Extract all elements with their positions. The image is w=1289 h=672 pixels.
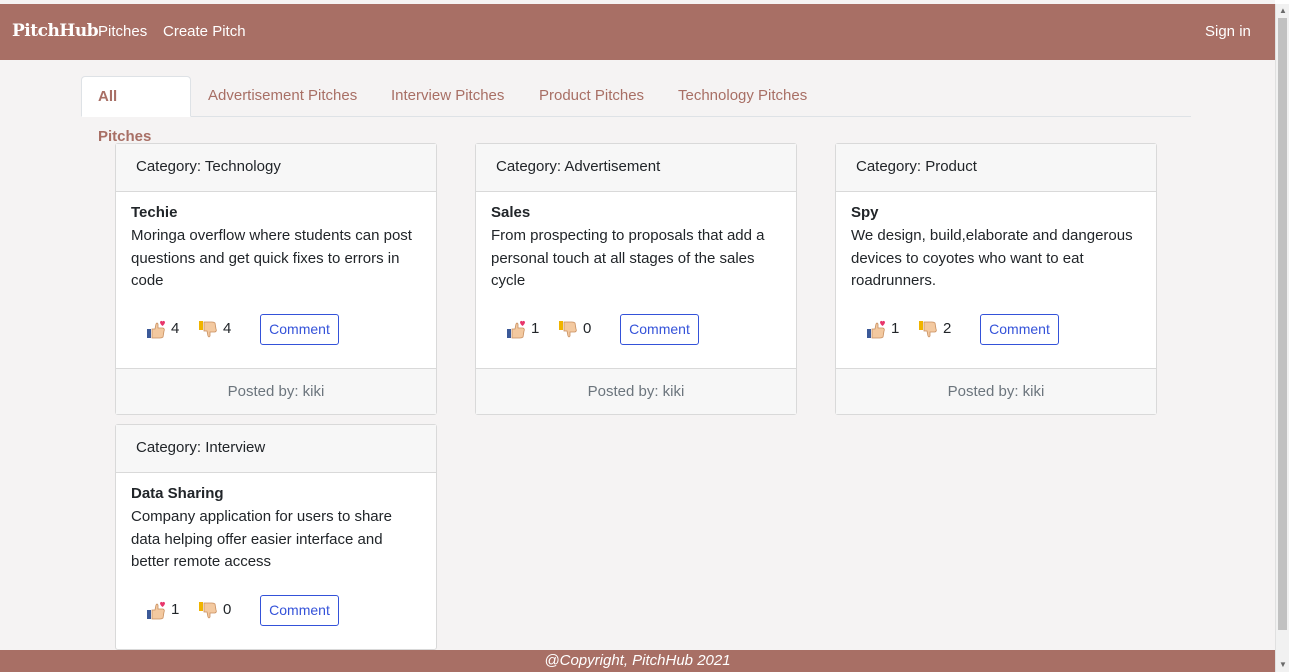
pitch-title: Spy (851, 204, 879, 221)
scrollbar-thumb[interactable] (1278, 18, 1287, 630)
nav-link-pitches[interactable]: Pitches (98, 23, 147, 40)
scroll-up-arrow-icon[interactable]: ▲ (1276, 4, 1289, 18)
category-tabs: All Pitches Advertisement Pitches Interv… (81, 76, 1191, 145)
dislike-count: 0 (583, 320, 592, 337)
pitch-description: Moringa overflow where students can post… (131, 227, 412, 289)
dislike-count: 2 (943, 320, 952, 337)
pitch-card: Category: Product Spy We design, build,e… (835, 143, 1157, 415)
thumbs-up-icon[interactable] (866, 320, 886, 340)
posted-by: Posted by: kiki (476, 368, 796, 414)
pitch-body: Sales From prospecting to proposals that… (476, 192, 796, 368)
comment-button[interactable]: Comment (260, 595, 339, 626)
posted-by: Posted by: kiki (116, 368, 436, 414)
pitch-category: Category: Advertisement (476, 144, 796, 192)
navbar: PitchHub Pitches Create Pitch Sign in (0, 4, 1275, 60)
tab-technology-pitches[interactable]: Technology Pitches (662, 76, 823, 116)
dislike-count: 0 (223, 601, 232, 618)
pitch-title: Techie (131, 204, 178, 221)
pitch-title: Data Sharing (131, 485, 224, 502)
pitch-actions: 1 0 Comment (146, 595, 406, 627)
dislike-count: 4 (223, 320, 232, 337)
like-count: 1 (891, 320, 900, 337)
pitch-body: Data Sharing Company application for use… (116, 473, 436, 649)
nav-link-create-pitch[interactable]: Create Pitch (163, 23, 246, 40)
pitch-description: We design, build,elaborate and dangerous… (851, 227, 1133, 289)
page-footer: @Copyright, PitchHub 2021 (0, 650, 1275, 672)
like-count: 1 (531, 320, 540, 337)
tab-all-pitches[interactable]: All Pitches (81, 76, 191, 145)
scroll-down-arrow-icon[interactable]: ▼ (1276, 658, 1289, 672)
vertical-scrollbar[interactable]: ▲ ▼ (1275, 4, 1289, 672)
pitch-description: From prospecting to proposals that add a… (491, 227, 765, 289)
thumbs-up-icon[interactable] (506, 320, 526, 340)
thumbs-down-icon[interactable] (198, 320, 218, 340)
pitch-title: Sales (491, 204, 531, 221)
tab-interview-pitches[interactable]: Interview Pitches (375, 76, 520, 116)
thumbs-down-icon[interactable] (918, 320, 938, 340)
nav-link-sign-in[interactable]: Sign in (1205, 23, 1251, 40)
page-viewport: PitchHub Pitches Create Pitch Sign in Al… (0, 0, 1275, 672)
like-count: 4 (171, 320, 180, 337)
pitch-actions: 1 2 Comment (866, 314, 1126, 346)
comment-button[interactable]: Comment (980, 314, 1059, 345)
brand-logo[interactable]: PitchHub (12, 21, 99, 41)
comment-button[interactable]: Comment (260, 314, 339, 345)
thumbs-up-icon[interactable] (146, 320, 166, 340)
pitch-body: Spy We design, build,elaborate and dange… (836, 192, 1156, 368)
tab-advertisement-pitches[interactable]: Advertisement Pitches (192, 76, 373, 116)
pitch-actions: 1 0 Comment (506, 314, 766, 346)
pitch-category: Category: Technology (116, 144, 436, 192)
pitch-description: Company application for users to share d… (131, 508, 392, 570)
pitch-actions: 4 4 Comment (146, 314, 406, 346)
tab-product-pitches[interactable]: Product Pitches (523, 76, 660, 116)
pitch-card: Category: Technology Techie Moringa over… (115, 143, 437, 415)
pitch-card: Category: Interview Data Sharing Company… (115, 424, 437, 650)
thumbs-down-icon[interactable] (198, 601, 218, 621)
pitch-category: Category: Interview (116, 425, 436, 473)
posted-by: Posted by: kiki (836, 368, 1156, 414)
pitch-category: Category: Product (836, 144, 1156, 192)
pitch-card: Category: Advertisement Sales From prosp… (475, 143, 797, 415)
like-count: 1 (171, 601, 180, 618)
thumbs-up-icon[interactable] (146, 601, 166, 621)
thumbs-down-icon[interactable] (558, 320, 578, 340)
comment-button[interactable]: Comment (620, 314, 699, 345)
pitch-body: Techie Moringa overflow where students c… (116, 192, 436, 368)
